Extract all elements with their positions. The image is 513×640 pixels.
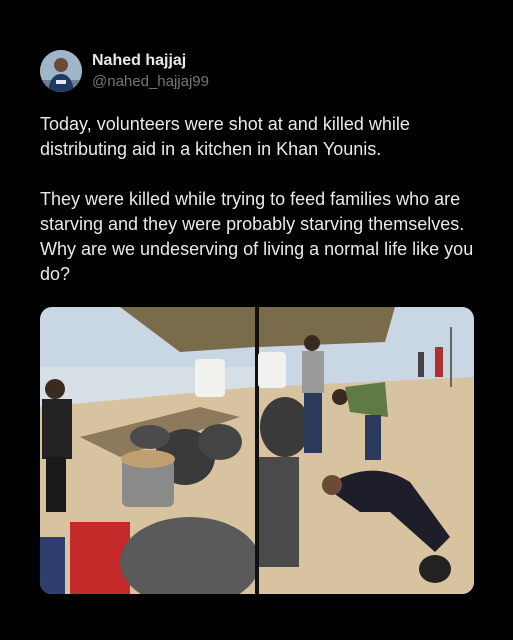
author-name[interactable]: Nahed hajjaj <box>92 52 186 70</box>
media-photo-right <box>258 307 474 594</box>
author-handle[interactable]: @nahed_hajjaj99 <box>92 73 209 90</box>
tweet-media[interactable] <box>40 307 474 594</box>
media-photo-left <box>40 307 260 594</box>
avatar-image <box>40 50 82 92</box>
author-avatar[interactable] <box>40 50 82 92</box>
tweet-text: Today, volunteers were shot at and kille… <box>40 114 474 284</box>
